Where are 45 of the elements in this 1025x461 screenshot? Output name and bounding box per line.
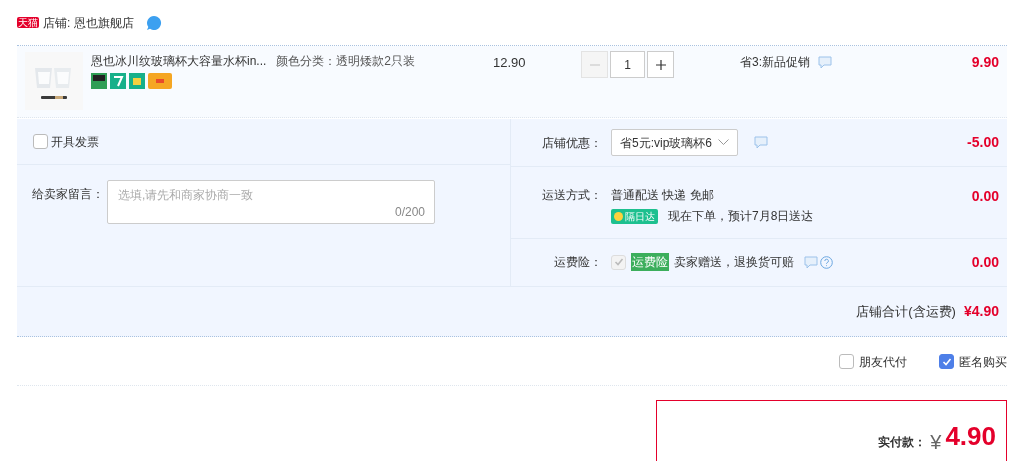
help-icon[interactable] (820, 255, 833, 269)
checkmark-icon (941, 356, 952, 367)
payment-label: 实付款： (878, 434, 927, 451)
message-icon[interactable] (754, 136, 769, 149)
discount-dropdown[interactable]: 省5元:vip玻璃杯6 (611, 129, 739, 156)
insurance-note: 卖家赠送，退换货可赔 (674, 254, 794, 271)
card-icon (148, 73, 172, 89)
increase-button[interactable] (647, 51, 674, 78)
discount-label: 店铺优惠： (541, 134, 603, 152)
shipping-method: 普通配送 快递 免邮 (611, 187, 715, 204)
invoice-label[interactable]: 开具发票 (51, 132, 99, 151)
item-subtotal: 9.90 (971, 53, 999, 72)
shop-name[interactable]: 店铺: 恩也旗舰店 (43, 13, 134, 32)
unit-price: 12.90 (493, 54, 527, 72)
insurance-amount: 0.00 (971, 252, 999, 272)
checkmark-icon (613, 257, 624, 267)
next-day-badge: 隔日达 (611, 208, 658, 224)
shipping-amount: 0.00 (971, 187, 999, 206)
insurance-tag: 运费险 (631, 253, 669, 271)
chat-bubble-icon[interactable] (145, 14, 162, 31)
delivery-estimate: 现在下单，预计7月8日送达 (668, 208, 814, 225)
message-label: 给卖家留言： (32, 186, 104, 203)
seven-days-icon (110, 73, 126, 89)
checkbox[interactable] (33, 134, 48, 149)
checkbox[interactable] (939, 354, 954, 369)
promotion-label: 省3:新品促销 (740, 54, 810, 71)
chevron-down-icon (718, 139, 730, 146)
quantity-field[interactable]: 1 (610, 51, 645, 78)
character-counter: 0/200 (394, 204, 425, 221)
option-label[interactable]: 朋友代付 (859, 352, 907, 371)
discount-amount: -5.00 (967, 133, 999, 152)
plus-icon (654, 58, 667, 71)
option-label[interactable]: 匿名购买 (959, 352, 1007, 371)
message-icon[interactable] (818, 55, 832, 69)
payment-amount: 4.90 (945, 421, 996, 451)
insurance-label: 运费险： (553, 254, 603, 271)
product-variant: 颜色分类：透明矮款2只装 (276, 53, 416, 70)
shop-total-label: 店铺合计(含运费) (856, 302, 956, 321)
checkbox[interactable] (839, 354, 854, 369)
product-title[interactable]: 恩也冰川纹玻璃杯大容量水杯in... (91, 52, 267, 70)
message-icon[interactable] (804, 255, 818, 269)
store-badge: 天猫 (17, 17, 39, 28)
shipping-label: 运送方式： (541, 187, 603, 204)
currency-symbol: ¥ (930, 430, 942, 455)
shop-total-amount: ¥4.90 (963, 302, 999, 321)
